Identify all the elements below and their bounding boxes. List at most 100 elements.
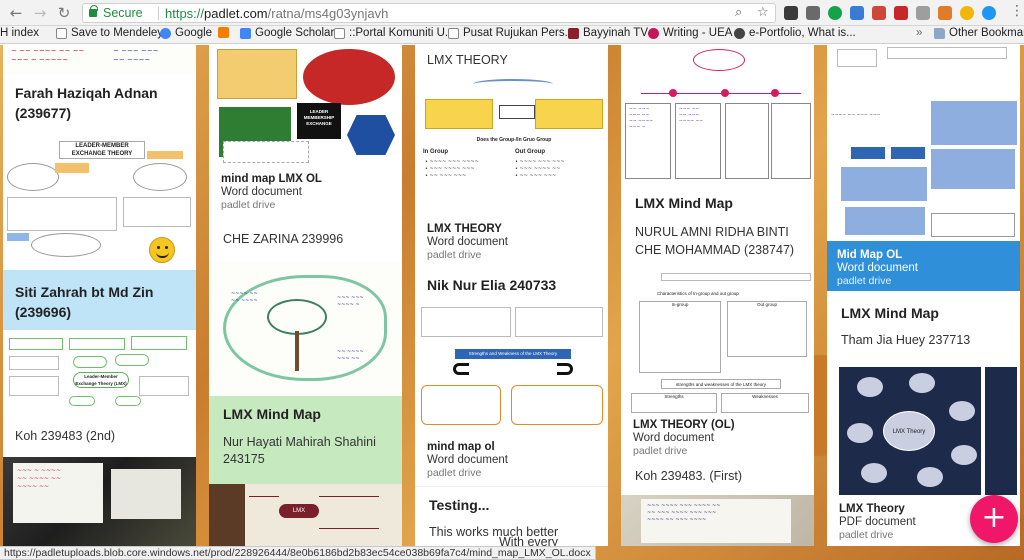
in-group-box: In-group — [639, 301, 721, 373]
attachment-source: padlet drive — [221, 199, 276, 211]
bookmarks-overflow-icon[interactable]: » — [916, 27, 922, 39]
attachment-title: LMX Theory — [839, 503, 905, 515]
post-card[interactable]: ~~~~ ~~ ~~ ~~~~ ~~~ ~~~ ~~~~ ~ ~~ ~~~~ ~~~ … — [209, 261, 402, 396]
post-card[interactable]: Testing... This works much better With e… — [415, 486, 608, 546]
diagram-center-node: LMX Theory — [883, 411, 935, 451]
bookmark-eportfolio[interactable]: e-Portfolio, What is... — [734, 27, 856, 39]
extension-icon[interactable] — [894, 6, 908, 20]
lmx-mind-map-photo: LMX — [209, 484, 402, 546]
bookmark-writing-uea[interactable]: Writing - UEA — [648, 27, 732, 39]
bookmark-label: e-Portfolio, What is... — [749, 27, 856, 39]
bookmark-bayyinah[interactable]: Bayyinah TV — [568, 27, 648, 39]
bookmark-google-scholar[interactable]: Google Scholar — [240, 27, 334, 39]
address-bar[interactable]: Secure https://padlet.com/ratna/ms4g03yn… — [82, 3, 776, 23]
post-title: LMX Mind Map — [223, 406, 321, 422]
url-text[interactable]: https://padlet.com/ratna/ms4g03ynjavh — [165, 6, 388, 21]
extension-icon[interactable] — [872, 6, 886, 20]
post-card[interactable]: ~~~~ ~~ ~~~ ~~~ Mid Map OL Word document… — [827, 45, 1020, 291]
post-text: With every — [499, 535, 559, 546]
bookmark-label: Google — [175, 27, 213, 39]
post-title: Farah Haziqah Adnan (239677) — [15, 85, 158, 121]
bookmark-mendeley[interactable]: Save to Mendeley — [56, 27, 163, 39]
strengths-weakness-image: Strengths and Weakness of the LMX Theory — [415, 301, 608, 431]
post-title: LMX THEORY — [427, 53, 508, 67]
attachment-type: Word document — [427, 236, 508, 248]
blogger-icon — [218, 27, 229, 38]
lmx-theory-diagram-image: Does the Group-/In Gruo Group In Group O… — [415, 75, 608, 211]
lmx-diagram-image: LEADER-MEMBER EXCHANGE THEORY — [3, 133, 196, 270]
bookmarks-bar: H index Save to Mendeley Google Google S… — [0, 26, 1024, 44]
extension-icon[interactable] — [982, 6, 996, 20]
post-card[interactable]: LMX THEORY (OL) Word document padlet dri… — [621, 415, 814, 461]
post-footer-band: Mid Map OL Word document padlet drive — [827, 241, 1020, 291]
handwritten-notes-image: ~ ~~ ~~~~ ~~ ~~ ~~~ ~ ~~~~~ ~ ~~~ ~~~ ~~ ~… — [3, 45, 196, 75]
bookmark-other[interactable]: Other Bookmarks — [934, 27, 1024, 39]
extension-icon[interactable] — [806, 6, 820, 20]
bookmark-label: Writing - UEA — [663, 27, 733, 39]
attachment-source: padlet drive — [633, 445, 688, 457]
post-card[interactable]: LEADER MEMBERSHIP EXCHANGE mind map LMX … — [209, 45, 402, 221]
post-card[interactable]: Nik Nur Elia 240733 Strengths and Weakne… — [415, 263, 608, 486]
extension-icon[interactable] — [916, 6, 930, 20]
post-text: NURUL AMNI RIDHA BINTI CHE MOHAMMAD (238… — [635, 225, 795, 257]
post-card[interactable]: LMX Mind Map NURUL AMNI RIDHA BINTI CHE … — [621, 185, 814, 415]
bookmark-pusat-rujukan[interactable]: Pusat Rujukan Pers... — [448, 27, 574, 39]
post-card[interactable]: Leader-Member Exchange Theory (LMX) — [3, 330, 196, 415]
add-post-button[interactable]: + — [970, 495, 1018, 543]
post-card[interactable]: LMX THEORY Does the Group-/In Gruo Group… — [415, 45, 608, 263]
extension-icon[interactable] — [784, 6, 798, 20]
bookmark-blogger[interactable] — [218, 27, 229, 38]
back-icon[interactable]: ← — [6, 3, 26, 23]
post-card[interactable]: Koh 239483. (First) — [621, 461, 814, 495]
browser-menu-icon[interactable]: ⋮ — [1010, 3, 1024, 19]
post-card[interactable]: CHE ZARINA 239996 — [209, 221, 402, 261]
diagram-title: LEADER-MEMBER EXCHANGE THEORY — [59, 141, 145, 159]
bookmark-google[interactable]: Google — [160, 27, 212, 39]
whiteboard-photo: ~~~ ~ ~~~~ ~~ ~~~~ ~~ ~~~~ ~~ — [3, 457, 196, 546]
browser-toolbar: ← → ↻ Secure https://padlet.com/ratna/ms… — [0, 0, 1024, 26]
bookmark-label: Bayyinah TV — [583, 27, 648, 39]
weaknesses-box: Weaknesses — [721, 393, 809, 413]
post-card[interactable]: Koh 239483 (2nd) — [3, 415, 196, 457]
grammarly-icon[interactable] — [828, 6, 842, 20]
lock-icon — [89, 5, 98, 17]
post-card[interactable]: ~~ ~~~ ~~~ ~~ ~~ ~~~~ ~~~ ~ ~~~ ~~ ~~ ~~~ ~~~… — [621, 45, 814, 185]
url-host: padlet.com — [204, 6, 268, 21]
strengths-box: Strengths — [631, 393, 717, 413]
post-card[interactable]: Siti Zahrah bt Md Zin (239696) — [3, 270, 196, 330]
attachment-type: Word document — [837, 262, 918, 274]
status-bar-url: https://padletuploads.blob.core.windows.… — [0, 546, 596, 560]
extension-icon[interactable] — [960, 6, 974, 20]
post-text: Koh 239483 (2nd) — [15, 429, 116, 443]
attachment-source: padlet drive — [427, 249, 482, 261]
extension-icon[interactable] — [850, 6, 864, 20]
post-text: Tham Jia Huey 237713 — [841, 333, 971, 347]
diagram-center-node: Leader-Member Exchange Theory (LMX) — [73, 372, 129, 388]
post-card[interactable]: LMX — [209, 484, 402, 546]
column-1: ~ ~~ ~~~~ ~~ ~~ ~~~ ~ ~~~~~ ~ ~~~ ~~~ ~~ ~… — [3, 45, 196, 546]
reload-icon[interactable]: ↻ — [54, 3, 74, 23]
column-2: LEADER MEMBERSHIP EXCHANGE mind map LMX … — [209, 45, 402, 546]
diagram-caption: Does the Group-/In Gruo Group — [476, 137, 552, 143]
attachment-type: Word document — [221, 186, 302, 198]
attachment-type: Word document — [633, 432, 714, 444]
eportfolio-icon — [734, 27, 745, 39]
bookmark-star-icon[interactable]: ☆ — [757, 5, 769, 20]
post-card[interactable]: LMX Mind Map Nur Hayati Mahirah Shahini … — [209, 396, 402, 484]
forward-icon[interactable]: → — [30, 3, 50, 23]
bookmark-label: Save to Mendeley — [71, 27, 164, 39]
attachment-source: padlet drive — [837, 275, 892, 287]
bookmark-portal[interactable]: ::Portal Komuniti U... — [334, 27, 454, 39]
post-title: Nik Nur Elia 240733 — [427, 277, 557, 293]
attachment-source: padlet drive — [427, 467, 482, 479]
search-icon[interactable]: ⌕ — [735, 5, 742, 20]
post-card[interactable]: ~ ~~ ~~~~ ~~ ~~ ~~~ ~ ~~~~~ ~ ~~~ ~~~ ~~ ~… — [3, 45, 196, 270]
bookmark-h-index[interactable]: H index — [0, 27, 39, 39]
extension-icon[interactable] — [938, 6, 952, 20]
emoji-icon — [149, 237, 175, 263]
bayyinah-icon — [568, 27, 579, 39]
mid-map-ol-image: ~~~~ ~~ ~~~ ~~~ — [827, 45, 1020, 241]
post-card[interactable]: ~~~ ~ ~~~~ ~~ ~~~~ ~~ ~~~~ ~~ — [3, 457, 196, 546]
post-card[interactable]: ~~~ ~~~~ ~~~ ~~~~ ~~ ~~ ~~~ ~~~~ ~~~ ~~~ ~… — [621, 495, 814, 546]
post-text: CHE ZARINA 239996 — [223, 232, 344, 246]
